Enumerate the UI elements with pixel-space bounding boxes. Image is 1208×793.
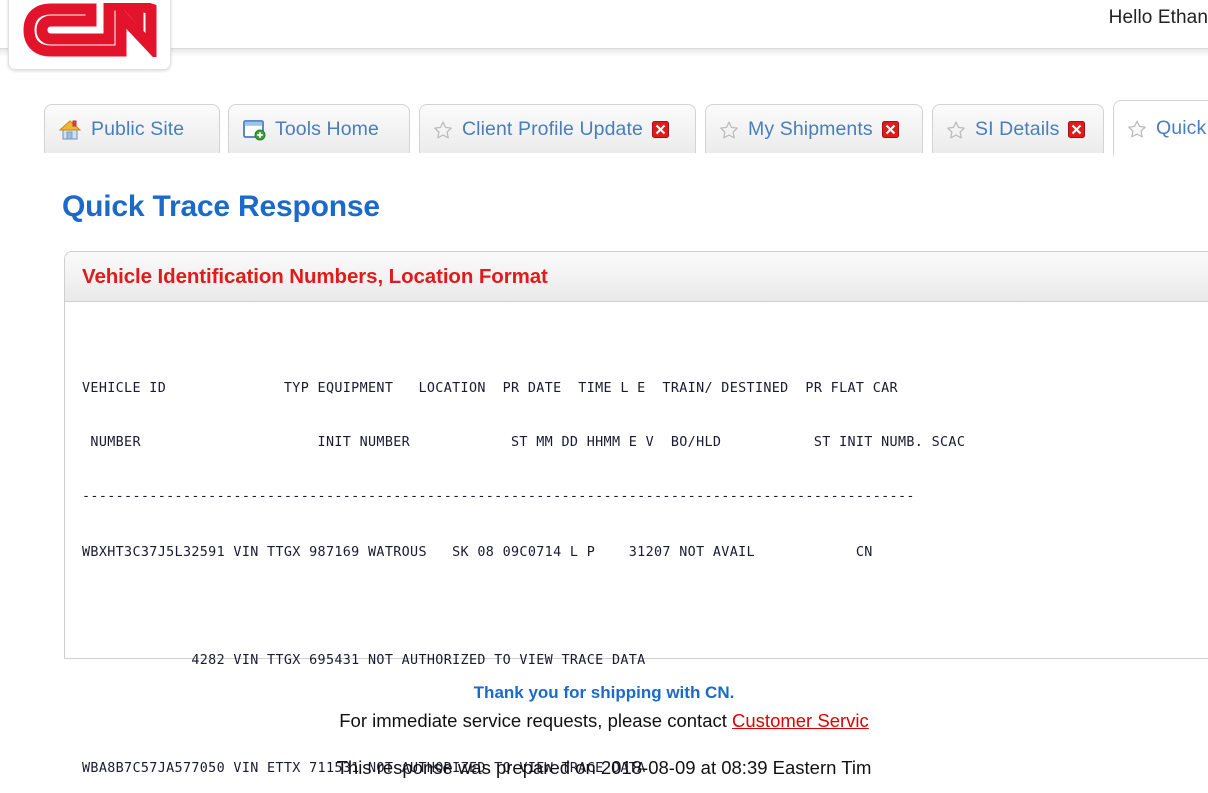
- tab-label: My Shipments: [748, 118, 873, 140]
- tab-strip-base: [0, 153, 1208, 156]
- report-separator: ----------------------------------------…: [82, 489, 915, 504]
- report-header-line-2: NUMBER INIT NUMBER ST MM DD HHMM E V BO/…: [82, 435, 966, 450]
- tab-label: Client Profile Update: [462, 118, 643, 140]
- close-icon[interactable]: [1068, 121, 1086, 138]
- tab-quick-trace[interactable]: Quick: [1113, 100, 1208, 156]
- footer-prepared-timestamp: This response was prepared on 2018-08-09…: [336, 757, 872, 778]
- star-icon[interactable]: [946, 120, 966, 140]
- tab-label: Quick: [1156, 117, 1207, 139]
- report-row: 4282 VIN TTGX 695431 NOT AUTHORIZED TO V…: [82, 653, 646, 668]
- tab-label: SI Details: [975, 118, 1060, 140]
- tab-strip: Public Site Tools Home Client Profile Up…: [0, 100, 1208, 156]
- tab-si-details[interactable]: SI Details: [932, 104, 1104, 154]
- window-add-icon: [242, 118, 266, 142]
- footer-thanks: Thank you for shipping with CN.: [473, 683, 735, 702]
- star-icon[interactable]: [719, 120, 739, 140]
- close-icon[interactable]: [651, 121, 669, 138]
- cn-logo[interactable]: [8, 0, 171, 70]
- cn-logo-icon: [23, 3, 157, 57]
- results-panel-header: Vehicle Identification Numbers, Location…: [65, 252, 1208, 302]
- star-icon[interactable]: [1127, 119, 1147, 139]
- report-header-line-1: VEHICLE ID TYP EQUIPMENT LOCATION PR DAT…: [82, 381, 898, 396]
- report-row: [82, 598, 965, 616]
- footer-contact-text: For immediate service requests, please c…: [339, 710, 733, 731]
- results-panel-title: Vehicle Identification Numbers, Location…: [82, 264, 548, 288]
- page-footer: Thank you for shipping with CN. For imme…: [0, 680, 1208, 783]
- customer-service-link[interactable]: Customer Servic: [732, 710, 869, 731]
- user-greeting: Hello Ethan: [1108, 7, 1208, 28]
- page-title: Quick Trace Response: [62, 190, 380, 223]
- top-bar: Hello Ethan: [0, 0, 1208, 48]
- tab-client-profile-update[interactable]: Client Profile Update: [419, 104, 696, 154]
- star-icon[interactable]: [433, 120, 453, 140]
- top-bar-divider: [0, 48, 1208, 56]
- close-icon[interactable]: [881, 121, 899, 138]
- tab-label: Tools Home: [275, 118, 379, 140]
- home-icon: [58, 118, 82, 142]
- tab-public-site[interactable]: Public Site: [44, 104, 220, 154]
- results-panel: Vehicle Identification Numbers, Location…: [64, 251, 1208, 776]
- footer-contact: For immediate service requests, please c…: [0, 706, 1208, 736]
- page-root: Hello Ethan Public Site Tools Home Clien…: [0, 0, 1208, 793]
- tab-tools-home[interactable]: Tools Home: [228, 104, 410, 154]
- tab-label: Public Site: [91, 118, 185, 140]
- tab-my-shipments[interactable]: My Shipments: [705, 104, 923, 154]
- report-row: WBXHT3C37J5L32591 VIN TTGX 987169 WATROU…: [82, 545, 873, 560]
